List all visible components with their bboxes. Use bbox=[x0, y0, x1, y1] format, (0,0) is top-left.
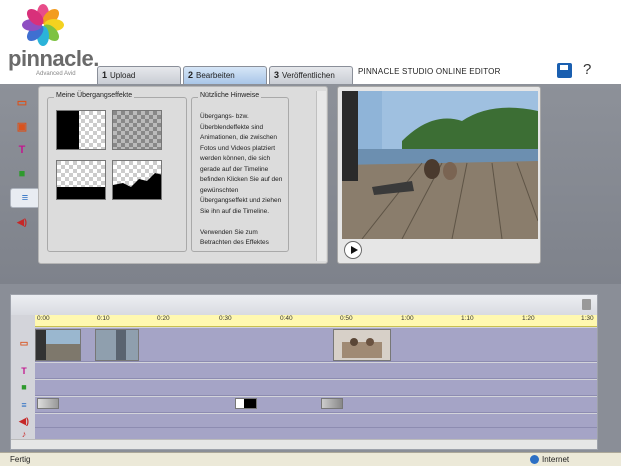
hints-body-2: Verwenden Sie zum Betrachten des Effekte… bbox=[200, 228, 269, 247]
ruler-tick: 1:20 bbox=[522, 315, 535, 322]
tab-number: 1 bbox=[102, 70, 108, 80]
video-track-icon: ▭ bbox=[19, 338, 29, 348]
tab-label: Veröffentlichen bbox=[282, 71, 335, 80]
title-tool-button[interactable]: T bbox=[10, 140, 34, 160]
editor-title: PINNACLE STUDIO ONLINE EDITOR bbox=[358, 67, 501, 76]
transitions-tool-button[interactable]: ≡ bbox=[10, 188, 40, 208]
hints-scrollbar[interactable] bbox=[316, 91, 326, 261]
tab-number: 3 bbox=[274, 70, 280, 80]
hints-group: Nützliche Hinweise Übergangs- bzw. Überb… bbox=[191, 92, 289, 252]
effects-icon: ■ bbox=[18, 168, 26, 180]
effects-tool-button[interactable]: ■ bbox=[10, 164, 34, 184]
photo-icon: ▣ bbox=[16, 120, 28, 133]
photo-tool-button[interactable]: ▣ bbox=[10, 116, 34, 136]
app-header: pinnacle. Advanced Avid 1 Upload 2 Bearbei… bbox=[0, 0, 621, 84]
transitions-group: Meine Übergangseffekte bbox=[47, 92, 187, 252]
play-button[interactable] bbox=[344, 241, 362, 259]
tab-upload[interactable]: 1 Upload bbox=[97, 66, 181, 84]
workspace: ▭ ▣ T ■ ≡ ◀) Meine Übergangseffekte Nütz… bbox=[0, 84, 621, 452]
tab-edit[interactable]: 2 Bearbeiten bbox=[183, 66, 267, 84]
transition-thumbnail[interactable] bbox=[112, 160, 162, 200]
effects-track-icon: ■ bbox=[21, 382, 27, 392]
timeline-scrollbar[interactable] bbox=[11, 439, 597, 449]
transitions-track-icon: ≡ bbox=[21, 400, 27, 410]
title-track[interactable] bbox=[35, 363, 597, 379]
ruler-tick: 0:50 bbox=[340, 315, 353, 322]
video-clip[interactable] bbox=[95, 329, 139, 361]
timeline: 0:00 0:10 0:20 0:30 0:40 0:50 1:00 1:10 … bbox=[10, 294, 598, 450]
audio-track-icon: ◀) bbox=[19, 416, 29, 426]
status-text: Fertig bbox=[10, 455, 31, 464]
text-icon: T bbox=[18, 144, 26, 156]
app-window: _ ▫ x pinnacle. Advanced Avid 1Upload 2B… bbox=[0, 0, 621, 452]
tab-bar: 1 Upload 2 Bearbeiten 3 Veröffentlichen bbox=[97, 66, 353, 84]
transition-item[interactable] bbox=[235, 398, 257, 409]
video-icon: ▭ bbox=[16, 96, 28, 109]
timeline-ruler[interactable]: 0:00 0:10 0:20 0:30 0:40 0:50 1:00 1:10 … bbox=[35, 315, 597, 327]
tab-publish[interactable]: 3 Veröffentlichen bbox=[269, 66, 353, 84]
hints-text: Übergangs- bzw. Überblendeffekte sind An… bbox=[200, 112, 284, 249]
pinnacle-logo-icon bbox=[22, 4, 64, 46]
preview-screen bbox=[342, 91, 538, 239]
ruler-tick: 0:40 bbox=[280, 315, 293, 322]
ruler-tick: 1:10 bbox=[461, 315, 474, 322]
transitions-group-title: Meine Übergangseffekte bbox=[54, 92, 135, 99]
transition-thumbnail[interactable] bbox=[56, 160, 106, 200]
tab-number: 2 bbox=[188, 70, 194, 80]
ruler-tick: 1:00 bbox=[401, 315, 414, 322]
transitions-panel: Meine Übergangseffekte Nützliche Hinweis… bbox=[38, 86, 328, 264]
tab-label: Bearbeiten bbox=[196, 71, 235, 80]
video-track[interactable] bbox=[35, 328, 597, 362]
transition-thumbnail[interactable] bbox=[112, 110, 162, 150]
browser-status-bar: Fertig Internet bbox=[0, 452, 621, 466]
transition-item[interactable] bbox=[321, 398, 343, 409]
brand-name: pinnacle. bbox=[8, 46, 99, 71]
ruler-tick: 0:10 bbox=[97, 315, 110, 322]
transition-thumbnail[interactable] bbox=[56, 110, 106, 150]
save-icon[interactable] bbox=[557, 63, 572, 78]
speaker-icon: ◀) bbox=[17, 216, 27, 227]
video-clip[interactable] bbox=[333, 329, 391, 361]
transition-item[interactable] bbox=[37, 398, 59, 409]
hints-title: Nützliche Hinweise bbox=[198, 92, 262, 99]
help-icon[interactable]: ? bbox=[583, 61, 591, 78]
video-tool-button[interactable]: ▭ bbox=[10, 92, 34, 112]
timeline-toolbar bbox=[11, 295, 597, 315]
zone-text: Internet bbox=[542, 455, 570, 464]
tab-label: Upload bbox=[110, 71, 136, 80]
ruler-tick: 0:00 bbox=[37, 315, 50, 322]
side-toolbar: ▭ ▣ T ■ ≡ ◀) bbox=[10, 92, 40, 236]
video-clip[interactable] bbox=[35, 329, 81, 361]
internet-zone-icon bbox=[530, 455, 539, 464]
hints-body: Übergangs- bzw. Überblendeffekte sind An… bbox=[200, 113, 283, 215]
effects-track[interactable] bbox=[35, 380, 597, 396]
ruler-tick: 1:30 bbox=[581, 315, 594, 322]
trash-icon[interactable] bbox=[582, 299, 591, 310]
transitions-icon: ≡ bbox=[21, 192, 29, 204]
audio-track[interactable] bbox=[35, 414, 597, 428]
ruler-tick: 0:20 bbox=[157, 315, 170, 322]
brand-sub: Advanced Avid bbox=[36, 71, 76, 77]
upper-area: ▭ ▣ T ■ ≡ ◀) Meine Übergangseffekte Nütz… bbox=[0, 84, 621, 284]
ruler-tick: 0:30 bbox=[219, 315, 232, 322]
audio-tool-button[interactable]: ◀) bbox=[10, 212, 34, 232]
title-track-icon: T bbox=[21, 366, 27, 376]
transitions-track[interactable] bbox=[35, 397, 597, 413]
video-preview bbox=[337, 86, 541, 264]
